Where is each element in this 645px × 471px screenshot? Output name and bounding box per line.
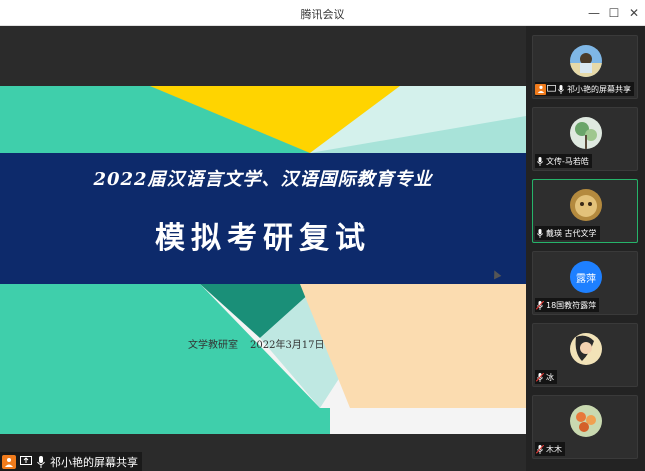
text-avatar: 露萍 xyxy=(570,261,602,293)
microphone-icon xyxy=(535,228,544,239)
close-button[interactable]: ✕ xyxy=(625,4,643,22)
participant-name: 文传-马若皓 xyxy=(546,156,589,166)
slide-department: 文学教研室 xyxy=(188,340,238,351)
title-band: 2022届汉语言文学、汉语国际教育专业 模拟考研复试 xyxy=(0,153,526,284)
participant-tile-active[interactable]: 戴瑛 古代文学 xyxy=(532,179,638,243)
screen-share-indicator: 祁小艳的屏幕共享 xyxy=(0,452,142,471)
participant-panel: 祁小艳的屏幕共享 文传-马若皓 戴瑛 古代文学 露萍 18国教符露萍 冰 木木 xyxy=(526,26,645,471)
window-title: 腾讯会议 xyxy=(300,8,345,21)
participant-label: 18国教符露萍 xyxy=(535,298,600,312)
minimize-button[interactable]: — xyxy=(585,4,603,22)
participant-label: 冰 xyxy=(535,370,557,384)
microphone-icon xyxy=(556,84,565,95)
share-label: 祁小艳的屏幕共享 xyxy=(50,455,138,469)
microphone-icon xyxy=(34,455,47,468)
microphone-icon xyxy=(535,156,544,167)
screen-share-icon xyxy=(547,84,556,95)
shared-screen-area[interactable]: 2022届汉语言文学、汉语国际教育专业 模拟考研复试 文学教研室 2022年3月… xyxy=(0,26,526,471)
microphone-muted-icon xyxy=(535,444,544,455)
photo-icon xyxy=(570,405,602,437)
participant-label: 祁小艳的屏幕共享 xyxy=(535,82,634,96)
participant-name: 18国教符露萍 xyxy=(546,300,597,310)
participant-tile[interactable]: 露萍 18国教符露萍 xyxy=(532,251,638,315)
photo-icon xyxy=(570,117,602,149)
maximize-button[interactable]: ☐ xyxy=(605,4,623,22)
participant-tile[interactable]: 文传-马若皓 xyxy=(532,107,638,171)
participant-tile[interactable]: 冰 xyxy=(532,323,638,387)
participant-name: 祁小艳的屏幕共享 xyxy=(567,84,631,94)
person-icon xyxy=(2,454,16,469)
participant-label: 木木 xyxy=(535,442,565,456)
photo-icon xyxy=(570,333,602,365)
presentation-slide: 2022届汉语言文学、汉语国际教育专业 模拟考研复试 文学教研室 2022年3月… xyxy=(0,86,526,434)
photo-icon xyxy=(570,45,602,77)
participant-name: 戴瑛 古代文学 xyxy=(546,228,597,238)
participant-tile[interactable]: 木木 xyxy=(532,395,638,459)
slide-subtitle: 2022届汉语言文学、汉语国际教育专业 xyxy=(93,169,433,190)
screen-share-icon xyxy=(19,455,32,468)
participant-name: 木木 xyxy=(546,444,562,454)
participant-name: 冰 xyxy=(546,372,554,382)
photo-icon xyxy=(570,189,602,221)
slide-title: 模拟考研复试 xyxy=(155,221,371,256)
person-icon xyxy=(535,83,546,95)
participant-tile[interactable]: 祁小艳的屏幕共享 xyxy=(532,35,638,99)
avatar-text: 露萍 xyxy=(576,273,596,285)
title-bar: 腾讯会议 — ☐ ✕ xyxy=(0,0,645,26)
slide-date: 2022年3月17日 xyxy=(250,340,325,351)
participant-label: 戴瑛 古代文学 xyxy=(535,226,600,240)
microphone-muted-icon xyxy=(535,372,544,383)
microphone-muted-icon xyxy=(535,300,544,311)
participant-label: 文传-马若皓 xyxy=(535,154,592,168)
